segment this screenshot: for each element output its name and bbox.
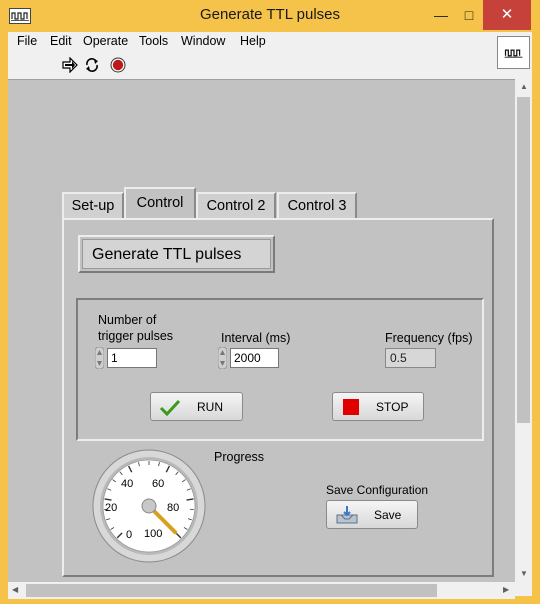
frequency-indicator: 0.5 <box>385 348 436 368</box>
window-client: File Edit Operate Tools Window Help Set-… <box>8 32 532 599</box>
menu-tools[interactable]: Tools <box>139 34 168 48</box>
run-button[interactable]: RUN <box>150 392 243 421</box>
menu-window[interactable]: Window <box>181 34 225 48</box>
trigger-pulses-label-line2: trigger pulses <box>98 329 174 343</box>
generate-ttl-pulses-label: Generate TTL pulses <box>82 239 271 269</box>
progress-gauge: 20 40 60 80 0 100 <box>92 449 206 563</box>
frequency-label: Frequency (fps) <box>385 331 473 345</box>
menu-help[interactable]: Help <box>240 34 266 48</box>
trigger-pulses-stepper[interactable] <box>95 347 104 369</box>
scroll-left-icon[interactable]: ◀ <box>12 585 18 594</box>
menu-edit[interactable]: Edit <box>50 34 72 48</box>
save-button-label: Save <box>374 508 402 522</box>
tab-page-control: Generate TTL pulses Number of trigger pu… <box>62 218 494 577</box>
save-tray-icon <box>336 506 358 524</box>
menu-bar: File Edit Operate Tools Window Help <box>8 32 498 52</box>
interval-stepper[interactable] <box>218 347 227 369</box>
save-button[interactable]: Save <box>326 500 418 529</box>
trigger-pulses-label-line1: Number of <box>98 313 157 327</box>
vertical-scroll-thumb[interactable] <box>517 97 530 423</box>
menu-file[interactable]: File <box>17 34 37 48</box>
scroll-right-icon[interactable]: ▶ <box>503 585 509 594</box>
vi-connector-icon[interactable] <box>497 36 530 69</box>
interval-input[interactable]: 2000 <box>230 348 279 368</box>
front-panel: Set-up Control Control 2 Control 3 Gener… <box>8 79 515 583</box>
scroll-up-icon[interactable]: ▲ <box>520 82 528 91</box>
vertical-scrollbar[interactable]: ▲ ▼ <box>515 79 532 582</box>
title-bar[interactable]: Generate TTL pulses — □ ✕ <box>0 0 540 33</box>
trigger-pulses-input[interactable]: 1 <box>107 348 157 368</box>
toolbar <box>8 53 498 77</box>
progress-label: Progress <box>214 450 265 464</box>
gauge-tick-label-60: 60 <box>152 478 164 490</box>
tab-set-up[interactable]: Set-up <box>62 192 124 219</box>
save-configuration-label: Save Configuration <box>326 483 429 497</box>
run-arrow-icon[interactable] <box>62 57 78 73</box>
generate-ttl-pulses-button[interactable]: Generate TTL pulses <box>78 235 275 273</box>
horizontal-scroll-thumb[interactable] <box>26 584 437 597</box>
trigger-pulses-label: Number of trigger pulses <box>98 312 173 344</box>
interval-label: Interval (ms) <box>221 331 291 345</box>
tab-control-3[interactable]: Control 3 <box>277 192 357 219</box>
gauge-tick-label-40: 40 <box>121 478 133 490</box>
horizontal-scrollbar[interactable]: ◀ ▶ <box>8 582 515 599</box>
stop-square-icon <box>343 399 359 415</box>
gauge-tick-label-100: 100 <box>144 528 162 540</box>
stop-button-label: STOP <box>376 400 409 414</box>
tab-control[interactable]: Control <box>124 187 196 219</box>
gauge-tick-label-20: 20 <box>105 502 117 514</box>
gauge-tick-label-0: 0 <box>126 529 132 541</box>
stop-button[interactable]: STOP <box>332 392 424 421</box>
app-window: Generate TTL pulses — □ ✕ File Edit Oper… <box>0 0 540 604</box>
menu-operate[interactable]: Operate <box>83 34 128 48</box>
scroll-down-icon[interactable]: ▼ <box>520 569 528 578</box>
close-button[interactable]: ✕ <box>483 0 531 30</box>
checkmark-icon <box>159 399 181 416</box>
gauge-tick-label-80: 80 <box>167 502 179 514</box>
pulse-settings-group: Number of trigger pulses 1 Interval (ms) <box>76 298 484 441</box>
abort-icon[interactable] <box>110 57 126 73</box>
run-button-label: RUN <box>197 400 223 414</box>
run-continuous-icon[interactable] <box>84 57 100 73</box>
tab-control-2[interactable]: Control 2 <box>196 192 276 219</box>
